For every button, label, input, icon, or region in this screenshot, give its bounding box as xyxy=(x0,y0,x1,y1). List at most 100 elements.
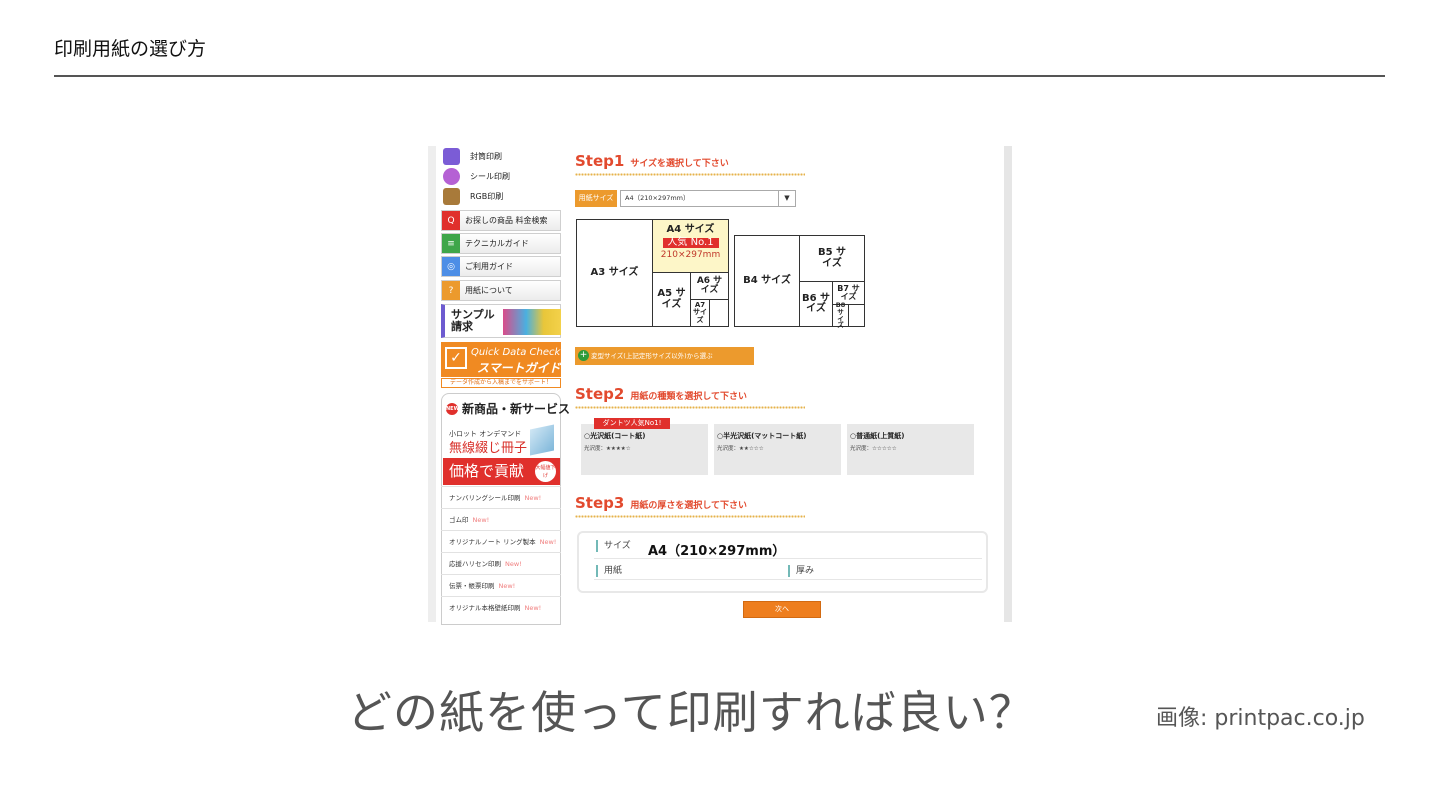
rgb-icon xyxy=(443,187,460,205)
new-item-label: ゴム印 xyxy=(449,516,469,524)
sidebar-item-rgb[interactable]: RGB印刷 xyxy=(443,187,503,205)
next-button[interactable]: 次へ xyxy=(743,601,821,618)
quick-check-caption: データ作成から入稿までをサポート！ xyxy=(441,378,561,388)
size-b6-option[interactable]: B6 サイズ xyxy=(799,281,833,327)
paper-size-label: 用紙サイズ xyxy=(575,190,617,207)
size-b4-label: B4 サイズ xyxy=(743,274,791,286)
popular-ribbon: ダントツ人気No1! xyxy=(594,418,670,429)
new-tag: New! xyxy=(539,538,557,546)
new-item-harisen[interactable]: 応援ハリセン印刷 New! xyxy=(441,552,561,574)
new-item-rubber-stamp[interactable]: ゴム印 New! xyxy=(441,508,561,530)
sticker-icon xyxy=(443,167,460,185)
size-b4-option[interactable]: B4 サイズ xyxy=(734,235,800,327)
screenshot-scrollbar[interactable] xyxy=(1004,146,1012,622)
size-a4-dimensions: 210×297mm xyxy=(660,250,721,260)
new-item-label: オリジナルノート リング製本 xyxy=(449,538,536,546)
paper-gloss-rating: 光沢度：★★★★☆ xyxy=(584,446,631,452)
size-a6-option[interactable]: A6 サイズ xyxy=(690,272,729,300)
new-tag: New! xyxy=(498,582,516,590)
quick-check-subtitle: スマートガイド xyxy=(477,361,561,375)
step2-title: Step2 xyxy=(575,385,625,403)
size-a8-option[interactable] xyxy=(709,299,729,327)
summary-divider xyxy=(594,558,982,559)
new-services-heading: NEW 新商品・新サービス xyxy=(446,400,570,417)
booklet-icon xyxy=(530,424,554,456)
discount-badge: 大幅値下げ xyxy=(535,461,556,482)
step2-heading: Step2 用紙の種類を選択して下さい xyxy=(575,385,747,403)
sample-thumbnail xyxy=(503,309,561,335)
paper-name: ○光沢紙(コート紙) xyxy=(584,432,646,440)
new-tag: New! xyxy=(524,604,542,612)
sidebar-item-label: RGB印刷 xyxy=(470,191,504,201)
step1-subtitle: サイズを選択して下さい xyxy=(630,159,729,169)
step2-subtitle: 用紙の種類を選択して下さい xyxy=(630,392,748,402)
paper-size-value: A4（210×297mm） xyxy=(625,194,690,202)
size-a5-option[interactable]: A5 サイズ xyxy=(652,272,691,327)
step3-subtitle: 用紙の厚さを選択して下さい xyxy=(630,501,748,511)
slide-caption: どの紙を使って印刷すれば良い？ xyxy=(347,686,1035,739)
button-label: ご利用ガイド xyxy=(465,262,513,271)
promo-price-banner[interactable]: 価格で貢献 大幅値下げ xyxy=(443,458,560,485)
button-label: 用紙について xyxy=(465,286,513,295)
size-a5-label: A5 サイズ xyxy=(657,288,686,310)
paper-option-matte[interactable]: ○半光沢紙(マットコート紙) 光沢度：★★☆☆☆ xyxy=(714,424,841,475)
new-item-numbering[interactable]: ナンバリングシール印刷 New! xyxy=(441,486,561,508)
new-item-ring-notebook[interactable]: オリジナルノート リング製本 New! xyxy=(441,530,561,552)
new-tag: New! xyxy=(524,494,542,502)
size-a7-option[interactable]: A7 サイズ xyxy=(690,299,710,327)
chevron-down-icon[interactable]: ▼ xyxy=(778,191,795,206)
price-search-button[interactable]: Q お探しの商品 料金検索 xyxy=(441,210,561,231)
paper-option-plain[interactable]: ○普通紙(上質紙) 光沢度：☆☆☆☆☆ xyxy=(847,424,974,475)
sidebar-item-sticker[interactable]: シール印刷 xyxy=(443,167,510,185)
checkbox-icon: ✓ xyxy=(445,347,467,369)
technical-guide-button[interactable]: ≡ テクニカルガイド xyxy=(441,233,561,254)
summary-thickness-label: 厚み xyxy=(788,565,814,577)
size-b8-option[interactable]: B8 サイズ xyxy=(832,301,849,329)
search-icon: Q xyxy=(442,211,460,230)
image-credit: 画像: printpac.co.jp xyxy=(1156,706,1365,731)
summary-divider xyxy=(594,579,982,580)
bulb-icon: ◎ xyxy=(442,257,460,276)
quick-data-check-banner[interactable]: ✓ Quick Data Check スマートガイド xyxy=(441,342,561,377)
paper-gloss-rating: 光沢度：☆☆☆☆☆ xyxy=(850,446,897,452)
size-a7-label: A7 サイズ xyxy=(693,300,707,324)
new-item-label: 伝票・帳票印刷 xyxy=(449,582,495,590)
summary-paper-label: 用紙 xyxy=(596,565,622,577)
size-a6-label: A6 サイズ xyxy=(696,275,723,295)
about-paper-button[interactable]: ? 用紙について xyxy=(441,280,561,301)
new-services-title: 新商品・新サービス xyxy=(462,402,571,416)
custom-size-button[interactable]: 変型サイズ(上記定形サイズ以外)から選ぶ xyxy=(575,347,754,365)
question-icon: ? xyxy=(442,281,460,300)
paper-name: ○普通紙(上質紙) xyxy=(850,432,905,440)
sidebar-item-label: 封筒印刷 xyxy=(470,151,502,161)
size-a4-label: A4 サイズ xyxy=(666,224,715,235)
paper-option-coated[interactable]: ○光沢紙(コート紙) 光沢度：★★★★☆ xyxy=(581,424,708,475)
size-b9-option[interactable] xyxy=(848,304,865,327)
usage-guide-button[interactable]: ◎ ご利用ガイド xyxy=(441,256,561,277)
step3-heading: Step3 用紙の厚さを選択して下さい xyxy=(575,494,747,512)
sample-request-banner[interactable]: サンプル 請求 xyxy=(441,304,561,338)
size-a4-option[interactable]: A4 サイズ 人気 No.1 210×297mm xyxy=(652,219,729,273)
size-b5-option[interactable]: B5 サイズ xyxy=(799,235,865,282)
paper-size-select[interactable]: A4（210×297mm） ▼ xyxy=(620,190,796,207)
size-a3-option[interactable]: A3 サイズ xyxy=(576,219,653,327)
step3-divider xyxy=(575,515,805,518)
new-item-label: ナンバリングシール印刷 xyxy=(449,494,521,502)
new-item-wallpaper[interactable]: オリジナル本格壁紙印刷 New! xyxy=(441,596,561,618)
size-b7-label: B7 サイズ xyxy=(837,283,860,301)
step1-title: Step1 xyxy=(575,152,625,170)
step1-heading: Step1 サイズを選択して下さい xyxy=(575,152,729,170)
sidebar-item-label: シール印刷 xyxy=(470,171,510,181)
new-badge-icon: NEW xyxy=(446,402,459,415)
new-item-label: 応援ハリセン印刷 xyxy=(449,560,501,568)
guide-icon: ≡ xyxy=(442,234,460,253)
envelope-icon xyxy=(443,147,460,165)
sample-request-label: サンプル 請求 xyxy=(451,308,495,333)
sidebar-item-envelope[interactable]: 封筒印刷 xyxy=(443,147,502,165)
promo-large-text[interactable]: 無線綴じ冊子 xyxy=(449,437,527,456)
slide-title: 印刷用紙の選び方 xyxy=(54,38,207,60)
new-tag: New! xyxy=(472,516,490,524)
step3-title: Step3 xyxy=(575,494,625,512)
new-item-label: オリジナル本格壁紙印刷 xyxy=(449,604,521,612)
new-item-slip[interactable]: 伝票・帳票印刷 New! xyxy=(441,574,561,596)
